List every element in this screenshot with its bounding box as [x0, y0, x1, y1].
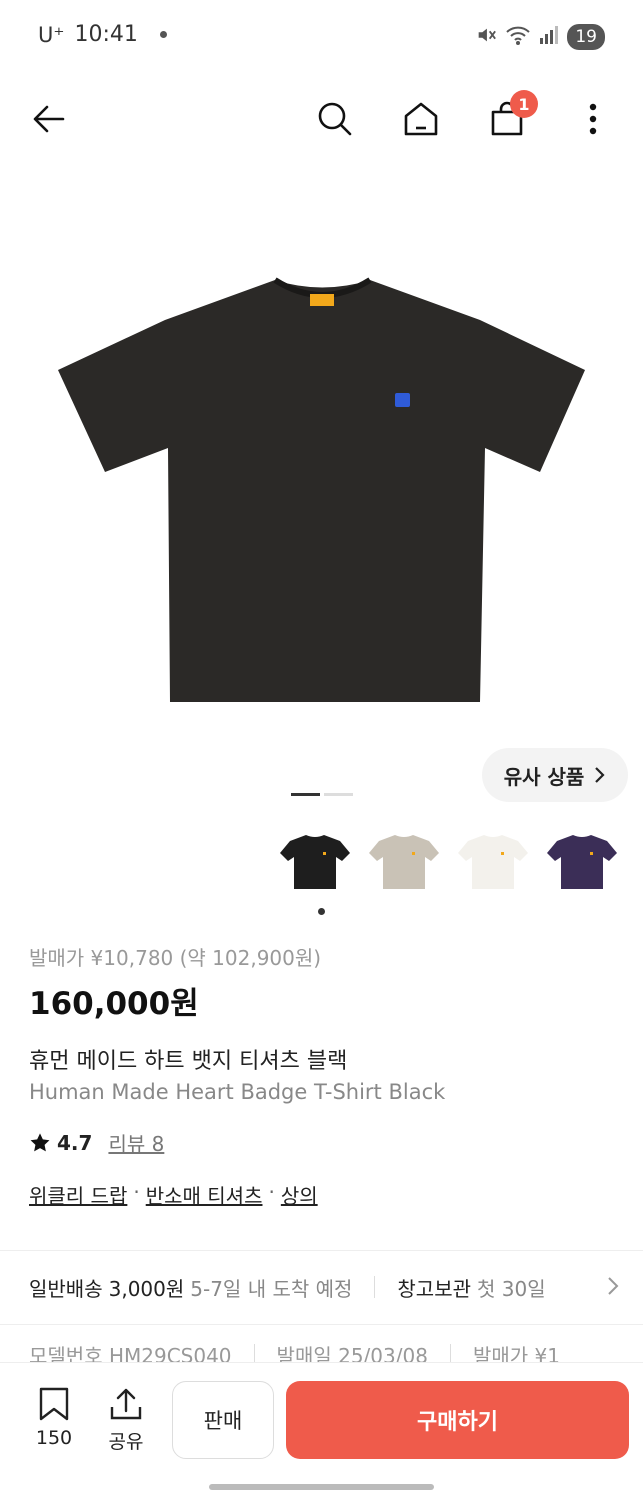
- sell-button[interactable]: 판매: [172, 1381, 274, 1459]
- release-price: 발매가 ¥10,780 (약 102,900원): [29, 946, 322, 970]
- bottom-action-bar: 150 공유 판매 구매하기: [0, 1362, 643, 1472]
- category-link-weekly-drop[interactable]: 위클리 드랍: [29, 1180, 127, 1209]
- share-icon: [110, 1388, 142, 1420]
- back-arrow-icon: [33, 105, 65, 133]
- vertical-separator: [374, 1276, 376, 1298]
- pager-bar: [324, 793, 353, 796]
- image-pager: [291, 793, 353, 796]
- color-thumbnails: [280, 826, 617, 896]
- home-button[interactable]: [396, 94, 446, 144]
- battery-indicator: 19: [567, 24, 605, 50]
- bookmark-icon: [39, 1387, 69, 1421]
- wifi-icon: [505, 24, 531, 50]
- cart-button[interactable]: 1: [482, 90, 538, 144]
- product-name-english: Human Made Heart Badge T-Shirt Black: [29, 1080, 446, 1104]
- divider: [0, 1250, 643, 1251]
- thumbnail-black[interactable]: [280, 826, 350, 896]
- back-button[interactable]: [24, 94, 74, 144]
- home-indicator[interactable]: [209, 1484, 434, 1490]
- status-bar: U⁺ 10:41 19: [0, 0, 643, 74]
- more-menu-button[interactable]: [568, 94, 618, 144]
- share-label: 공유: [108, 1431, 144, 1453]
- shipping-info-row[interactable]: 일반배송 3,000원 5-7일 내 도착 예정 창고보관 첫 30일: [0, 1252, 643, 1322]
- rating-score: 4.7: [57, 1130, 93, 1155]
- category-links: 위클리 드랍 · 반소매 티셔츠 · 상의: [29, 1180, 318, 1209]
- search-icon: [318, 102, 352, 136]
- carrier-label: U⁺: [38, 22, 65, 47]
- thumbnail-navy[interactable]: [547, 826, 617, 896]
- top-nav: 1: [0, 84, 643, 154]
- mute-icon: [475, 24, 497, 50]
- thumbnail-white[interactable]: [458, 826, 528, 896]
- cart-count-badge: 1: [510, 90, 538, 118]
- home-icon: [404, 102, 438, 136]
- signal-icon: [539, 25, 559, 49]
- sell-label: 판매: [203, 1409, 243, 1433]
- category-separator: ·: [268, 1180, 275, 1204]
- category-link-short-sleeve[interactable]: 반소매 티셔츠: [146, 1180, 263, 1209]
- notification-dot: [159, 31, 167, 38]
- bookmark-button[interactable]: 150: [28, 1387, 80, 1449]
- storage-note: 첫 30일: [477, 1276, 546, 1301]
- buy-button[interactable]: 구매하기: [286, 1381, 629, 1459]
- category-link-tops[interactable]: 상의: [281, 1180, 318, 1209]
- product-name-korean: 휴먼 메이드 하트 뱃지 티셔츠 블랙: [29, 1049, 348, 1074]
- similar-products-label: 유사 상품: [503, 764, 585, 789]
- product-image[interactable]: [50, 250, 595, 720]
- shipping-eta: 5-7일 내 도착 예정: [190, 1276, 353, 1301]
- star-icon: [30, 1132, 50, 1151]
- thumbnail-pager-dot: [318, 908, 325, 915]
- bookmark-count: 150: [35, 1427, 73, 1449]
- search-button[interactable]: [310, 94, 360, 144]
- shipping-fee: 3,000원: [108, 1276, 185, 1301]
- storage-label: 창고보관: [397, 1276, 472, 1301]
- chevron-right-icon: [595, 767, 605, 783]
- rating-row: 4.7 리뷰 8: [29, 1128, 164, 1157]
- clock: 10:41: [74, 22, 138, 47]
- divider: [0, 1324, 643, 1325]
- review-link[interactable]: 리뷰 8: [108, 1128, 164, 1157]
- product-price: 160,000원: [29, 986, 199, 1022]
- chevron-right-icon: [608, 1277, 619, 1295]
- similar-products-button[interactable]: 유사 상품: [482, 748, 628, 802]
- shipping-type: 일반배송: [29, 1276, 103, 1301]
- pager-bar-active: [291, 793, 320, 796]
- more-vertical-icon: [589, 103, 597, 135]
- share-button[interactable]: 공유: [100, 1387, 152, 1454]
- buy-label: 구매하기: [417, 1410, 498, 1435]
- category-separator: ·: [133, 1180, 140, 1204]
- thumbnail-gray[interactable]: [369, 826, 439, 896]
